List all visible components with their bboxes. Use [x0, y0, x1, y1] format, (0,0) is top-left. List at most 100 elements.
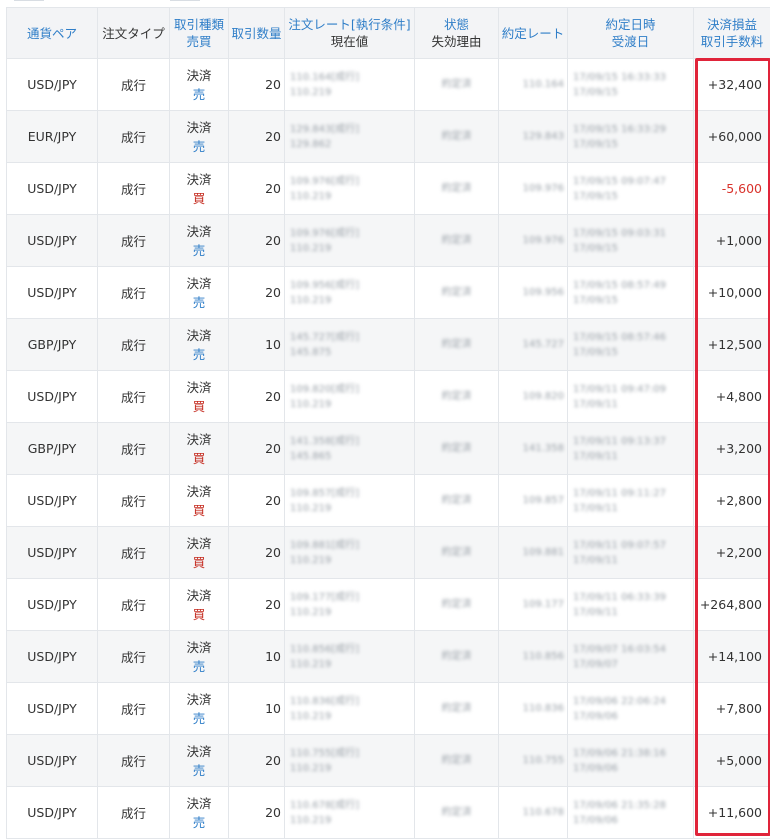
cell-pl: +4,800 [694, 371, 770, 423]
pl-text: +14,100 [708, 649, 762, 664]
table-row[interactable]: GBP/JPY成行決済買20141.358[成行]145.865約定済141.3… [7, 423, 770, 475]
exec-rate-text: 109.857 [499, 493, 567, 508]
header-pl[interactable]: 決済損益 取引手数料 [694, 8, 770, 59]
status-text: 約定済 [415, 597, 498, 612]
cell-status: 約定済 [415, 111, 499, 163]
cell-exec-date: 17/09/15 16:33:2917/09/15 [568, 111, 694, 163]
cell-exec-rate: 109.976 [499, 215, 568, 267]
cell-trade-kind: 決済買 [170, 475, 229, 527]
cell-pair: USD/JPY [7, 475, 98, 527]
table-row[interactable]: GBP/JPY成行決済売10145.727[成行]145.875約定済145.7… [7, 319, 770, 371]
header-expiry-reason-label: 失効理由 [415, 33, 498, 50]
cell-exec-rate: 109.820 [499, 371, 568, 423]
table-row[interactable]: USD/JPY成行決済買20109.857[成行]110.219約定済109.8… [7, 475, 770, 527]
header-pl-label[interactable]: 決済損益 [694, 16, 770, 33]
table-row[interactable]: USD/JPY成行決済買20109.177[成行]110.219約定済109.1… [7, 579, 770, 631]
order-type-text: 成行 [121, 130, 146, 145]
exec-date-text: 17/09/15 16:33:29 [573, 122, 693, 137]
pair-text: USD/JPY [27, 493, 77, 508]
table-row[interactable]: USD/JPY成行決済売20110.164[成行]110.219約定済110.1… [7, 59, 770, 111]
cell-order-type: 成行 [98, 215, 170, 267]
trade-kind-text: 決済 [170, 794, 228, 813]
pl-text: +4,800 [716, 389, 762, 404]
header-exec-rate-label[interactable]: 約定レート [499, 25, 567, 42]
header-order-rate[interactable]: 注文レート[執行条件] 現在値 [285, 8, 415, 59]
table-row[interactable]: USD/JPY成行決済買20109.881[成行]110.219約定済109.8… [7, 527, 770, 579]
exec-rate-text: 110.836 [499, 701, 567, 716]
header-quantity-label[interactable]: 取引数量 [229, 25, 284, 42]
cell-trade-kind: 決済売 [170, 631, 229, 683]
header-trade-kind-label[interactable]: 取引種類 [170, 16, 228, 33]
cell-exec-date: 17/09/15 08:57:4917/09/15 [568, 267, 694, 319]
cell-status: 約定済 [415, 475, 499, 527]
pl-text: -5,600 [722, 181, 762, 196]
cell-pair: USD/JPY [7, 215, 98, 267]
pl-text: +264,800 [700, 597, 762, 612]
cell-status: 約定済 [415, 683, 499, 735]
header-pair-label[interactable]: 通貨ペア [7, 25, 97, 42]
table-row[interactable]: USD/JPY成行決済買20109.820[成行]110.219約定済109.8… [7, 371, 770, 423]
cell-exec-rate: 110.836 [499, 683, 568, 735]
trade-kind-text: 決済 [170, 326, 228, 345]
header-exec-date[interactable]: 約定日時 受渡日 [568, 8, 694, 59]
cell-order-type: 成行 [98, 527, 170, 579]
table-row[interactable]: USD/JPY成行決済売10110.856[成行]110.219約定済110.8… [7, 631, 770, 683]
table-row[interactable]: USD/JPY成行決済売20109.976[成行]110.219約定済109.9… [7, 215, 770, 267]
table-row[interactable]: EUR/JPY成行決済売20129.843[成行]129.862約定済129.8… [7, 111, 770, 163]
pair-text: GBP/JPY [28, 337, 77, 352]
pair-text: USD/JPY [27, 545, 77, 560]
cell-quantity: 20 [229, 215, 285, 267]
header-status-label[interactable]: 状態 [415, 16, 498, 33]
current-rate-text: 110.219 [290, 553, 414, 568]
header-exec-rate[interactable]: 約定レート [499, 8, 568, 59]
side-text: 買 [170, 189, 228, 208]
settle-date-text: 17/09/06 [573, 709, 693, 724]
exec-date-text: 17/09/15 09:07:47 [573, 174, 693, 189]
table-row[interactable]: USD/JPY成行決済売20110.678[成行]110.219約定済110.6… [7, 787, 770, 839]
cell-status: 約定済 [415, 215, 499, 267]
cell-pl: -5,600 [694, 163, 770, 215]
table-row[interactable]: USD/JPY成行決済売20110.755[成行]110.219約定済110.7… [7, 735, 770, 787]
table-row[interactable]: USD/JPY成行決済売10110.836[成行]110.219約定済110.8… [7, 683, 770, 735]
exec-date-text: 17/09/15 08:57:46 [573, 330, 693, 345]
header-status[interactable]: 状態 失効理由 [415, 8, 499, 59]
header-fee-label[interactable]: 取引手数料 [694, 33, 770, 50]
header-quantity[interactable]: 取引数量 [229, 8, 285, 59]
cell-order-type: 成行 [98, 267, 170, 319]
cell-exec-rate: 109.881 [499, 527, 568, 579]
pl-text: +11,600 [708, 805, 762, 820]
cell-status: 約定済 [415, 267, 499, 319]
cell-order-rate: 109.976[成行]110.219 [285, 215, 415, 267]
cell-pair: USD/JPY [7, 527, 98, 579]
header-trade-kind[interactable]: 取引種類 売買 [170, 8, 229, 59]
settle-date-text: 17/09/11 [573, 501, 693, 516]
header-side-label[interactable]: 売買 [170, 33, 228, 50]
cell-pl: +1,000 [694, 215, 770, 267]
table-row[interactable]: USD/JPY成行決済売20109.956[成行]110.219約定済109.9… [7, 267, 770, 319]
cell-quantity: 20 [229, 579, 285, 631]
exec-date-text: 17/09/11 09:11:27 [573, 486, 693, 501]
quantity-text: 10 [265, 337, 281, 352]
cell-order-type: 成行 [98, 163, 170, 215]
header-exec-date-label[interactable]: 約定日時 [568, 16, 693, 33]
current-rate-text: 110.219 [290, 241, 414, 256]
header-pair[interactable]: 通貨ペア [7, 8, 98, 59]
header-order-rate-label[interactable]: 注文レート[執行条件] [285, 16, 414, 33]
cell-quantity: 20 [229, 735, 285, 787]
cell-pl: +3,200 [694, 423, 770, 475]
cell-order-rate: 110.678[成行]110.219 [285, 787, 415, 839]
cell-order-rate: 109.881[成行]110.219 [285, 527, 415, 579]
quantity-text: 20 [265, 441, 281, 456]
quantity-text: 20 [265, 805, 281, 820]
order-type-text: 成行 [121, 806, 146, 821]
cell-exec-date: 17/09/06 21:35:2817/09/06 [568, 787, 694, 839]
table-row[interactable]: USD/JPY成行決済買20109.976[成行]110.219約定済109.9… [7, 163, 770, 215]
cell-trade-kind: 決済買 [170, 579, 229, 631]
header-settle-date-label[interactable]: 受渡日 [568, 33, 693, 50]
pl-text: +7,800 [716, 701, 762, 716]
order-rate-text: 110.164[成行] [290, 70, 414, 85]
cell-exec-rate: 109.956 [499, 267, 568, 319]
cell-status: 約定済 [415, 735, 499, 787]
cell-pl: +14,100 [694, 631, 770, 683]
order-type-text: 成行 [121, 702, 146, 717]
